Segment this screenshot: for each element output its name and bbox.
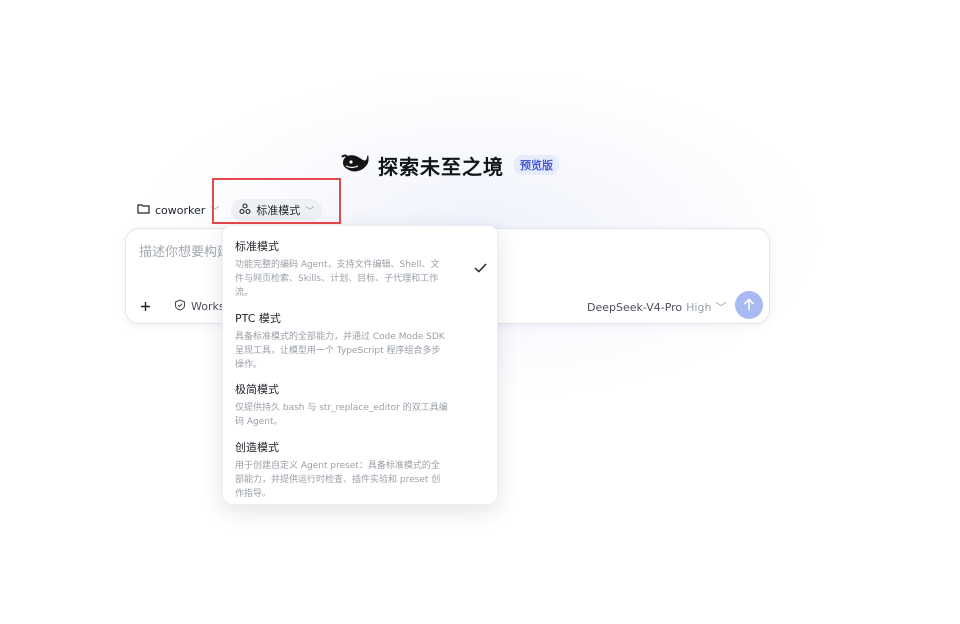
menu-item-description: 具备标准模式的全部能力，并通过 Code Mode SDK 呈现工具，让模型用一… (235, 332, 445, 370)
menu-item-ptc[interactable]: PTC 模式 具备标准模式的全部能力，并通过 Code Mode SDK 呈现工… (235, 310, 471, 372)
folder-selector[interactable]: coworker ﹀ (133, 199, 223, 221)
folder-icon (137, 203, 150, 217)
menu-item-title: 标准模式 (235, 240, 279, 253)
preview-badge: 预览版 (514, 155, 559, 175)
menu-item-title: 极简模式 (235, 383, 279, 396)
plus-icon (140, 297, 151, 316)
folder-label: coworker (155, 203, 206, 217)
prompt-input[interactable]: 描述你想要构建 (139, 241, 230, 260)
add-attachment-button[interactable] (134, 295, 156, 317)
menu-item-minimal[interactable]: 极简模式 仅提供持久 bash 与 str_replace_editor 的双工… (235, 381, 471, 429)
menu-item-title: PTC 模式 (235, 312, 281, 325)
works-button[interactable]: Works (174, 299, 225, 314)
model-selector[interactable]: DeepSeek-V4-Pro High ﹀ (587, 299, 726, 315)
chevron-down-icon: ﹀ (715, 301, 727, 314)
menu-item-description: 功能完整的编码 Agent，支持文件编辑、Shell、文 件与网页检索、Skil… (235, 260, 440, 298)
highlight-box (212, 178, 341, 224)
send-button[interactable] (735, 291, 763, 319)
menu-item-description: 仅提供持久 bash 与 str_replace_editor 的双工具编 码 … (235, 403, 448, 427)
menu-item-title: 创造模式 (235, 441, 279, 454)
mode-dropdown-menu: 标准模式 功能完整的编码 Agent，支持文件编辑、Shell、文 件与网页检索… (222, 225, 498, 505)
brand-header: 探索未至之境 预览版 (340, 150, 559, 180)
menu-item-standard[interactable]: 标准模式 功能完整的编码 Agent，支持文件编辑、Shell、文 件与网页检索… (235, 238, 471, 300)
menu-item-description: 用于创建自定义 Agent preset：具备标准模式的全 部能力，并提供运行时… (235, 461, 441, 499)
works-label: Works (191, 300, 225, 313)
whale-logo-icon (340, 151, 370, 179)
works-icon (174, 299, 186, 314)
menu-item-creative[interactable]: 创造模式 用于创建自定义 Agent preset：具备标准模式的全 部能力，并… (235, 439, 471, 501)
check-icon (474, 258, 487, 277)
brand-title: 探索未至之境 (378, 154, 504, 179)
model-level: High (686, 300, 712, 314)
model-name: DeepSeek-V4-Pro (587, 300, 683, 314)
arrow-up-icon (743, 296, 755, 315)
